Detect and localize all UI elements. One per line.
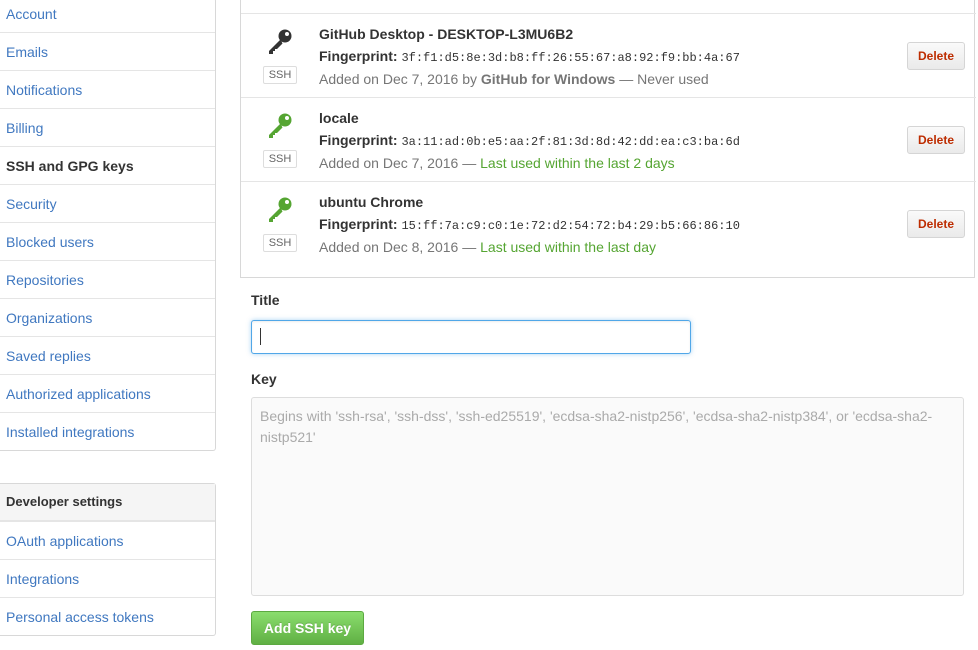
added-date: Added on Dec 7, 2016 by	[319, 71, 478, 87]
usage-status: Last used within the last 2 days	[480, 155, 675, 171]
key-icon	[269, 113, 292, 138]
sidebar-item-blocked-users[interactable]: Blocked users	[0, 222, 215, 260]
sidebar-item-authorized-applications[interactable]: Authorized applications	[0, 374, 215, 412]
sidebar-item-security[interactable]: Security	[0, 184, 215, 222]
fingerprint-label: Fingerprint:	[319, 48, 398, 64]
ssh-type-label: SSH	[263, 150, 297, 168]
delete-key-button[interactable]: Delete	[907, 126, 965, 154]
sidebar-item-notifications[interactable]: Notifications	[0, 70, 215, 108]
usage-status: Last used within the last day	[480, 239, 657, 255]
key-textarea[interactable]: Begins with 'ssh-rsa', 'ssh-dss', 'ssh-e…	[251, 397, 964, 596]
sidebar-item-billing[interactable]: Billing	[0, 108, 215, 146]
sidebar-item-organizations[interactable]: Organizations	[0, 298, 215, 336]
sidebar-item-personal-access-tokens[interactable]: Personal access tokens	[0, 597, 215, 635]
key-icon	[269, 29, 292, 54]
title-input[interactable]	[251, 320, 691, 354]
sidebar-item-integrations[interactable]: Integrations	[0, 559, 215, 597]
ssh-key-fingerprint: Fingerprint: 3a:11:ad:0b:e5:aa:2f:81:3d:…	[319, 132, 740, 149]
added-date: Added on Dec 8, 2016 —	[319, 239, 477, 255]
added-by-app: GitHub for Windows	[480, 71, 616, 87]
fingerprint-label: Fingerprint:	[319, 132, 398, 148]
added-date: Added on Dec 7, 2016 —	[319, 155, 477, 171]
text-cursor	[260, 328, 261, 345]
sidebar-item-installed-integrations[interactable]: Installed integrations	[0, 412, 215, 450]
sidebar-item-repositories[interactable]: Repositories	[0, 260, 215, 298]
ssh-key-item: SSH locale Fingerprint: 3a:11:ad:0b:e5:a…	[241, 97, 976, 181]
fingerprint-value: 3f:f1:d5:8e:3d:b8:ff:26:55:67:a8:92:f9:b…	[401, 51, 740, 65]
delete-key-button[interactable]: Delete	[907, 210, 965, 238]
key-label: Key	[251, 371, 277, 387]
settings-menu: Account Emails Notifications Billing SSH…	[0, 0, 216, 451]
fingerprint-value: 3a:11:ad:0b:e5:aa:2f:81:3d:8d:42:dd:ea:c…	[401, 135, 740, 149]
ssh-type-label: SSH	[263, 66, 297, 84]
sidebar-item-saved-replies[interactable]: Saved replies	[0, 336, 215, 374]
delete-key-button[interactable]: Delete	[907, 42, 965, 70]
developer-settings-menu: Developer settings OAuth applications In…	[0, 483, 216, 636]
ssh-key-item: SSH GitHub Desktop - DESKTOP-L3MU6B2 Fin…	[241, 13, 976, 97]
ssh-key-list: SSH GitHub Desktop - DESKTOP-L3MU6B2 Fin…	[240, 0, 976, 278]
usage-status: — Never used	[619, 71, 709, 87]
ssh-key-added-info: Added on Dec 7, 2016 — Last used within …	[319, 155, 675, 171]
ssh-key-fingerprint: Fingerprint: 3f:f1:d5:8e:3d:b8:ff:26:55:…	[319, 48, 740, 65]
ssh-key-added-info: Added on Dec 7, 2016 by GitHub for Windo…	[319, 71, 709, 87]
ssh-key-added-info: Added on Dec 8, 2016 — Last used within …	[319, 239, 656, 255]
ssh-key-title: ubuntu Chrome	[319, 194, 424, 210]
add-ssh-key-button[interactable]: Add SSH key	[251, 611, 364, 645]
add-ssh-key-form: Title Key Begins with 'ssh-rsa', 'ssh-ds…	[251, 292, 964, 645]
fingerprint-value: 15:ff:7a:c9:c0:1e:72:d2:54:72:b4:29:b5:6…	[401, 219, 740, 233]
sidebar-item-account[interactable]: Account	[0, 0, 215, 32]
developer-settings-heading: Developer settings	[0, 484, 215, 521]
fingerprint-label: Fingerprint:	[319, 216, 398, 232]
ssh-key-title: GitHub Desktop - DESKTOP-L3MU6B2	[319, 26, 574, 42]
ssh-key-fingerprint: Fingerprint: 15:ff:7a:c9:c0:1e:72:d2:54:…	[319, 216, 740, 233]
title-label: Title	[251, 292, 280, 308]
ssh-key-title: locale	[319, 110, 359, 126]
sidebar-item-ssh-gpg-keys[interactable]: SSH and GPG keys	[0, 146, 215, 184]
sidebar-item-emails[interactable]: Emails	[0, 32, 215, 70]
key-icon	[269, 197, 292, 222]
sidebar-item-oauth-applications[interactable]: OAuth applications	[0, 521, 215, 559]
ssh-key-item: SSH ubuntu Chrome Fingerprint: 15:ff:7a:…	[241, 181, 976, 265]
ssh-type-label: SSH	[263, 234, 297, 252]
